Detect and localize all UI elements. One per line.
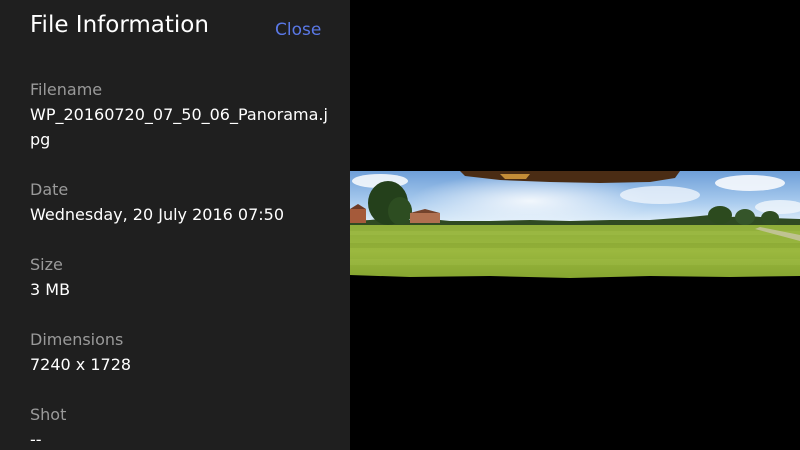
dimensions-value: 7240 x 1728 — [30, 355, 132, 374]
dimensions-field: Dimensions 7240 x 1728 — [30, 327, 330, 377]
date-field: Date Wednesday, 20 July 2016 07:50 — [30, 177, 330, 227]
close-button[interactable]: Close — [275, 20, 321, 40]
panorama-photo[interactable] — [350, 171, 800, 278]
size-value: 3 MB — [30, 280, 71, 299]
size-field: Size 3 MB — [30, 252, 330, 302]
file-information-panel: File Information Close Filename WP_20160… — [0, 0, 350, 450]
date-value: Wednesday, 20 July 2016 07:50 — [30, 205, 285, 224]
photo-viewer[interactable] — [350, 0, 800, 450]
shot-value: -- — [30, 430, 42, 449]
size-label: Size — [30, 255, 63, 274]
filename-field: Filename WP_20160720_07_50_06_Panorama.j… — [30, 77, 330, 152]
dimensions-label: Dimensions — [30, 330, 124, 349]
shot-field: Shot -- — [30, 402, 330, 450]
filename-value: WP_20160720_07_50_06_Panorama.jpg — [30, 105, 328, 149]
filename-label: Filename — [30, 80, 103, 99]
date-label: Date — [30, 180, 69, 199]
panel-title: File Information — [30, 12, 209, 38]
photos-app-window: File Information Close Filename WP_20160… — [0, 0, 800, 450]
shot-label: Shot — [30, 405, 67, 424]
